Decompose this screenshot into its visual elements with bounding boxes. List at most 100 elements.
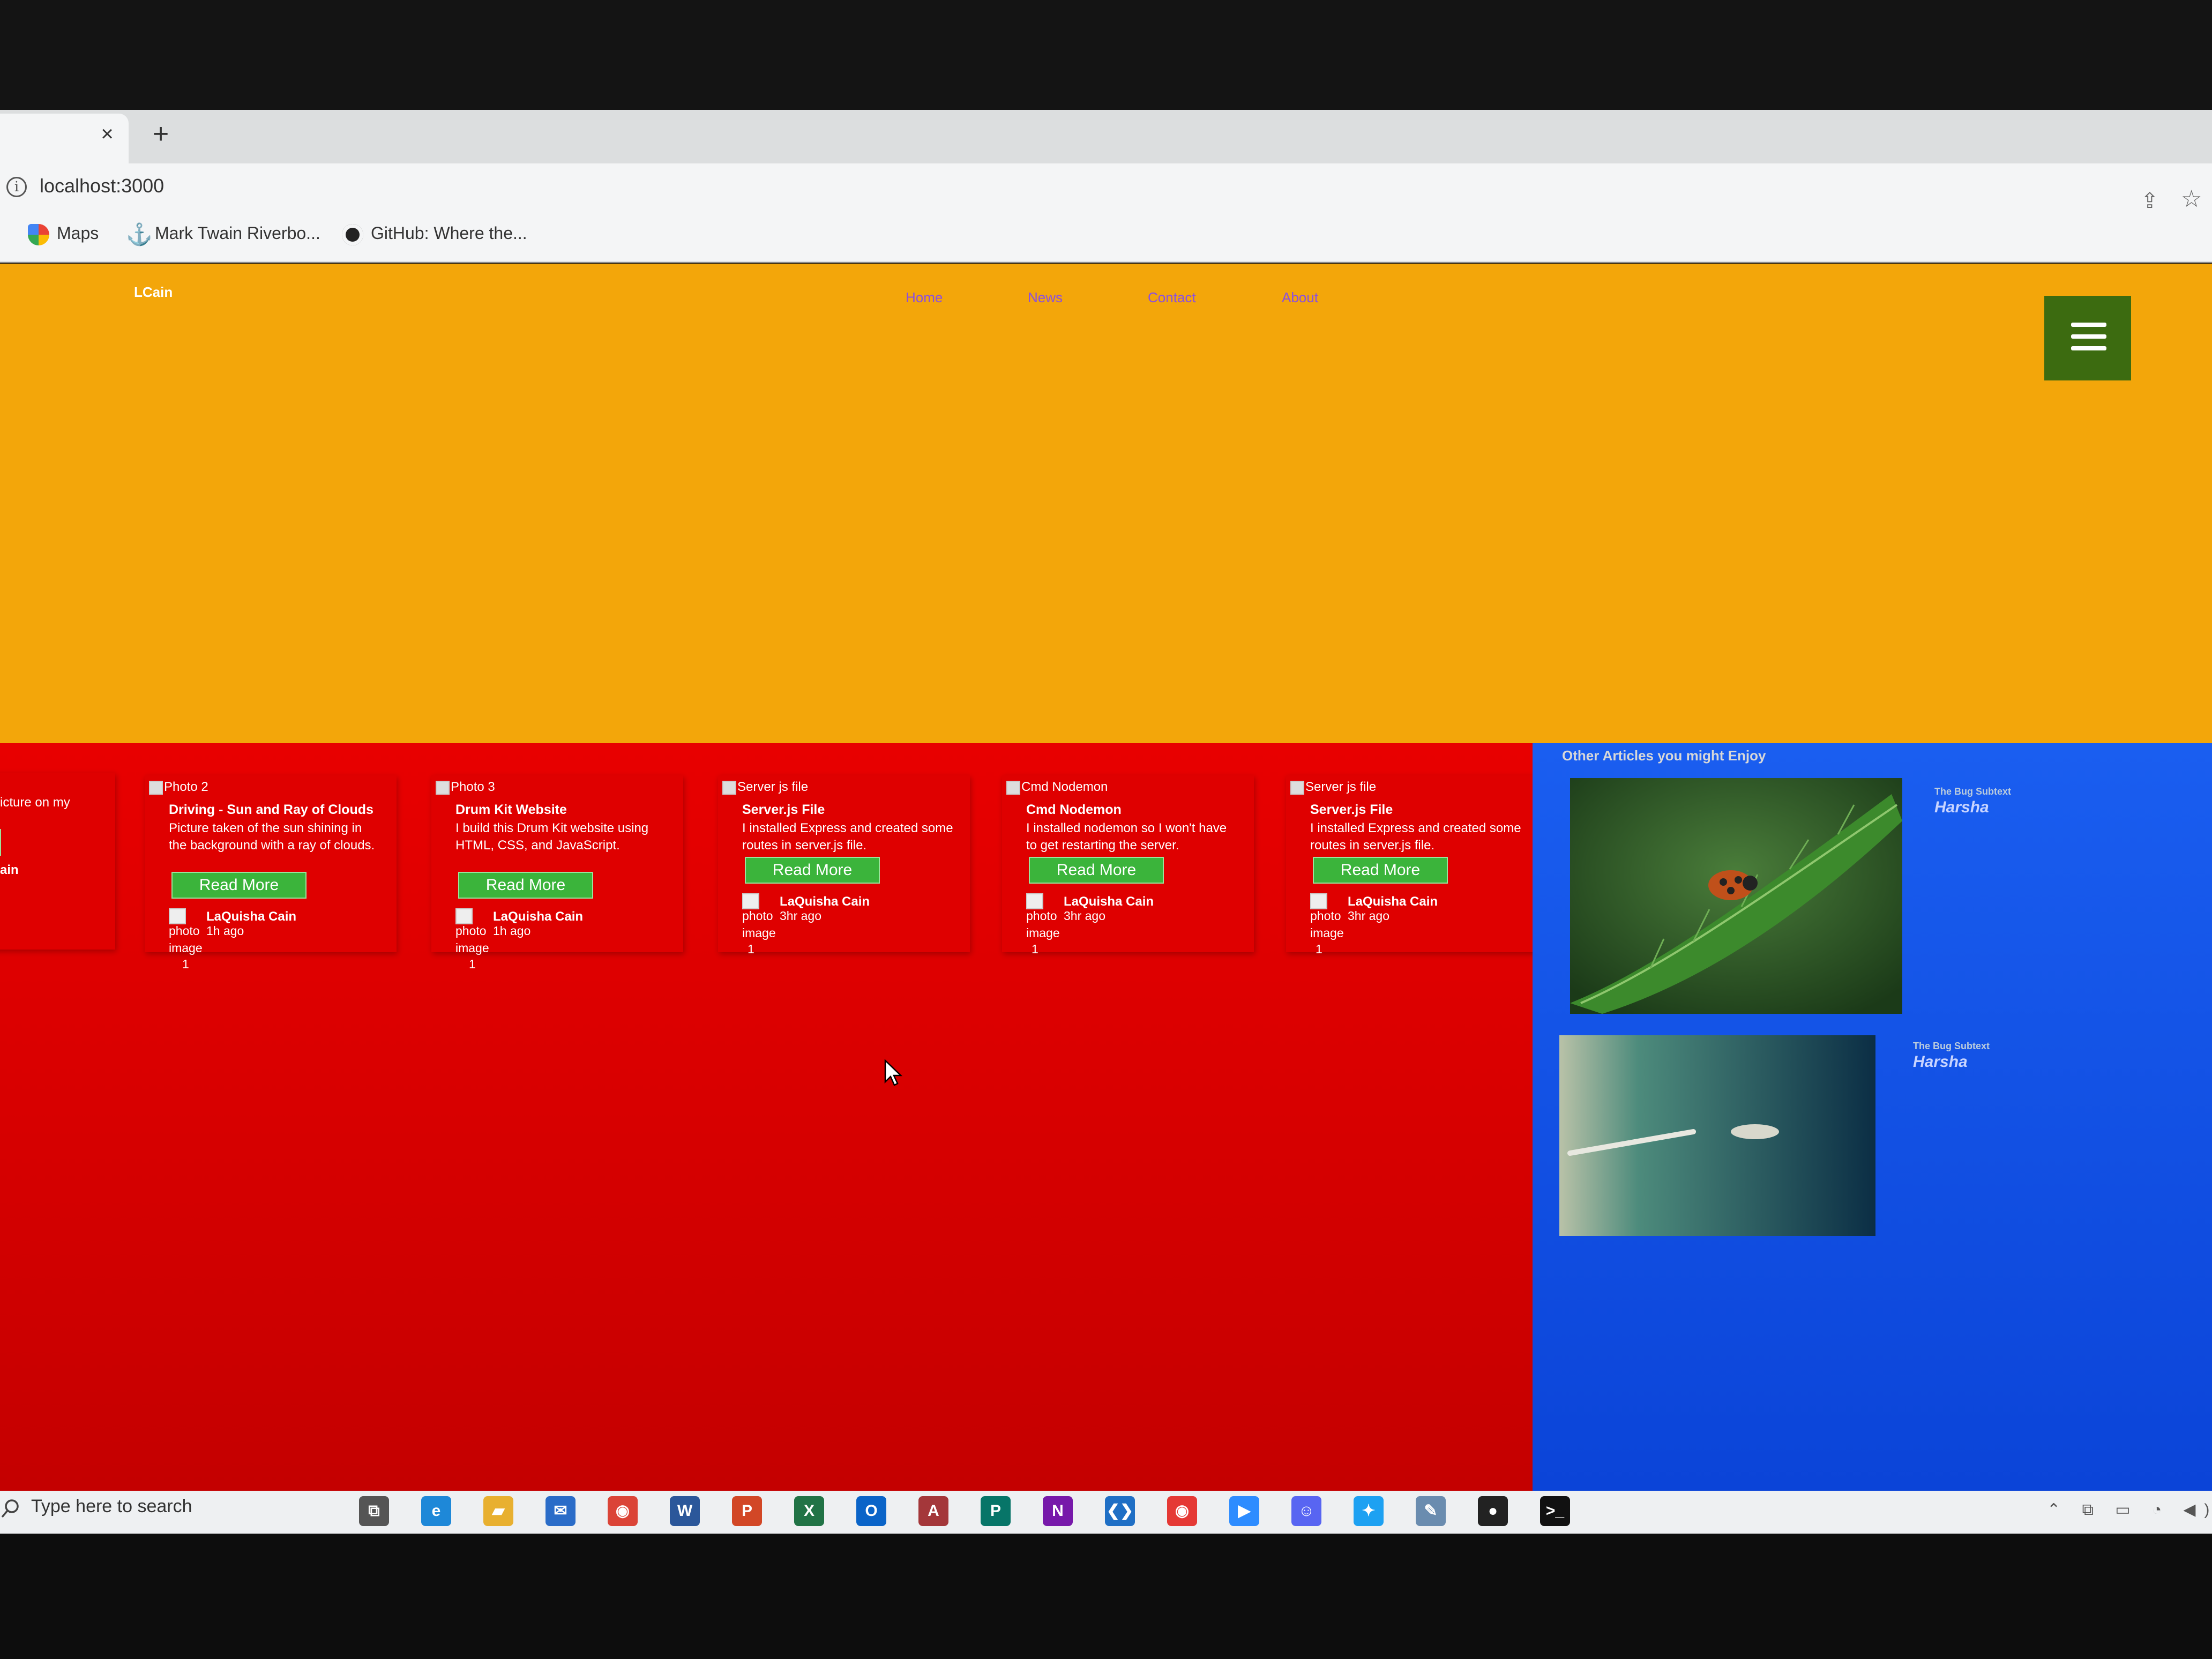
close-tab-icon[interactable]: × [94, 121, 121, 147]
article-title[interactable]: Drum Kit Website [455, 802, 567, 818]
author-meta: photo 1h ago [169, 922, 244, 939]
article-author-name[interactable]: Harsha [1913, 1053, 1968, 1071]
file-explorer-icon[interactable]: ▰ [483, 1496, 513, 1526]
outlook-icon[interactable]: O [856, 1496, 886, 1526]
meta-image: image [455, 941, 489, 955]
menu-bar [2071, 334, 2106, 339]
broken-image-icon [436, 780, 450, 795]
new-tab-button[interactable]: + [146, 119, 176, 149]
article-time: 3hr ago [1348, 909, 1390, 923]
author-meta: photo 3hr ago [742, 907, 821, 924]
article-author: ain [0, 863, 19, 877]
article-count: 1 [1316, 942, 1322, 956]
vscode-icon[interactable]: ❮❯ [1105, 1496, 1135, 1526]
article-image-alt: Server js file [1290, 780, 1376, 795]
bookmark-maps[interactable]: Maps [28, 221, 99, 245]
onenote-icon[interactable]: N [1043, 1496, 1073, 1526]
site-info-icon[interactable]: i [6, 177, 27, 197]
zoom-icon[interactable]: ▶ [1229, 1496, 1259, 1526]
nav-news[interactable]: News [1028, 289, 1063, 306]
ladybug-image[interactable] [1570, 778, 1902, 1014]
author-meta: photo 3hr ago [1310, 907, 1389, 924]
task-view-icon[interactable]: ⧉ [359, 1496, 389, 1526]
bookmark-mark-twain[interactable]: ⚓ Mark Twain Riverbo... [126, 221, 320, 245]
article-author-name[interactable]: Harsha [1934, 798, 1989, 817]
pen-app-icon[interactable]: ✎ [1416, 1496, 1446, 1526]
article-image-alt: Photo 3 [436, 780, 495, 795]
article-count: 1 [469, 957, 476, 971]
chrome-icon[interactable]: ◉ [608, 1496, 638, 1526]
nav-contact[interactable]: Contact [1148, 289, 1196, 306]
powerpoint-icon[interactable]: P [732, 1496, 762, 1526]
access-icon[interactable]: A [918, 1496, 948, 1526]
bookmark-star-icon[interactable]: ☆ [2181, 188, 2204, 211]
article-time: 3hr ago [1064, 909, 1106, 923]
meta-image: image [1310, 926, 1344, 940]
article-time: 1h ago [493, 924, 531, 938]
articles-section: icture on my e ain Photo 2 Driving - Sun… [0, 743, 1538, 1491]
meta-photo: photo [742, 909, 773, 923]
article-card: Cmd Nodemon Cmd Nodemon I installed node… [1002, 775, 1254, 956]
article-card: Server js file Server.js File I installe… [718, 775, 970, 956]
nav-about[interactable]: About [1282, 289, 1318, 306]
article-description: icture on my [0, 795, 70, 810]
article-description: I build this Drum Kit website using HTML… [455, 821, 649, 853]
publisher-icon[interactable]: P [981, 1496, 1011, 1526]
terminal-icon[interactable]: >_ [1540, 1496, 1570, 1526]
chrome-2-icon[interactable]: ◉ [1167, 1496, 1197, 1526]
system-tray[interactable]: ⌃ ⧉ ▭ ◔ ◀) [2047, 1500, 2212, 1519]
broken-image-icon [722, 780, 736, 795]
read-more-button[interactable]: Read More [171, 872, 307, 899]
water-bugs-image[interactable] [1559, 1035, 1875, 1236]
article-title[interactable]: Cmd Nodemon [1026, 802, 1122, 818]
article-card: Server js file Server.js File I installe… [1286, 775, 1538, 956]
search-icon[interactable] [1, 1498, 23, 1519]
mouse-cursor-icon [884, 1059, 902, 1086]
bookmark-github[interactable]: GitHub: Where the... [342, 221, 527, 245]
article-image-alt: Photo 2 [149, 780, 208, 795]
article-card: Photo 3 Drum Kit Website I build this Dr… [431, 775, 683, 971]
photo-of-screen: × + i localhost:3000 ⇪ ☆ Maps ⚓ Mark Twai… [0, 0, 2212, 1659]
article-count: 1 [182, 957, 189, 971]
maps-icon [28, 223, 49, 245]
article-title[interactable]: Driving - Sun and Ray of Clouds [169, 802, 373, 818]
read-more-button[interactable]: Read More [1313, 857, 1448, 884]
article-title[interactable]: Server.js File [742, 802, 825, 818]
article-image-alt: Server js file [722, 780, 808, 795]
twitter-icon[interactable]: ✦ [1354, 1496, 1384, 1526]
read-more-button[interactable]: Read More [458, 872, 593, 899]
article-card: icture on my e ain [0, 773, 115, 950]
read-more-button[interactable]: Read More [1029, 857, 1164, 884]
menu-bar [2071, 346, 2106, 350]
broken-image-icon [1290, 780, 1304, 795]
hamburger-menu-button[interactable] [2044, 296, 2131, 380]
url-field[interactable]: localhost:3000 [40, 175, 164, 197]
article-title[interactable]: Server.js File [1310, 802, 1393, 818]
site-logo[interactable]: LCain [134, 284, 173, 301]
read-more-button[interactable]: Read More [745, 857, 880, 884]
menu-bar [2071, 323, 2106, 327]
article-description: Picture taken of the sun shining in the … [169, 821, 375, 853]
edge-icon[interactable]: e [421, 1496, 451, 1526]
broken-image-icon [149, 780, 163, 795]
article-time: 1h ago [206, 924, 244, 938]
word-icon[interactable]: W [670, 1496, 700, 1526]
nav-home[interactable]: Home [906, 289, 943, 306]
github-icon[interactable]: ● [1478, 1496, 1508, 1526]
bookmark-label: Mark Twain Riverbo... [155, 223, 320, 243]
article-card: Photo 2 Driving - Sun and Ray of Clouds … [145, 775, 397, 971]
share-icon[interactable]: ⇪ [2141, 189, 2164, 213]
excel-icon[interactable]: X [794, 1496, 824, 1526]
taskbar-search-input[interactable]: Type here to search [31, 1496, 192, 1517]
monitor-bezel [0, 1534, 2212, 1659]
github-icon [342, 223, 363, 245]
article-count: 1 [1032, 942, 1038, 956]
discord-icon[interactable]: ☺ [1291, 1496, 1321, 1526]
meta-photo: photo [455, 924, 487, 938]
article-count: 1 [748, 942, 754, 956]
bookmark-label: GitHub: Where the... [371, 223, 527, 243]
web-page: LCain Home News Contact About icture on … [0, 264, 2212, 1491]
read-more-button[interactable]: e [0, 829, 1, 856]
mail-icon[interactable]: ✉ [545, 1496, 576, 1526]
meta-photo: photo [1026, 909, 1057, 923]
